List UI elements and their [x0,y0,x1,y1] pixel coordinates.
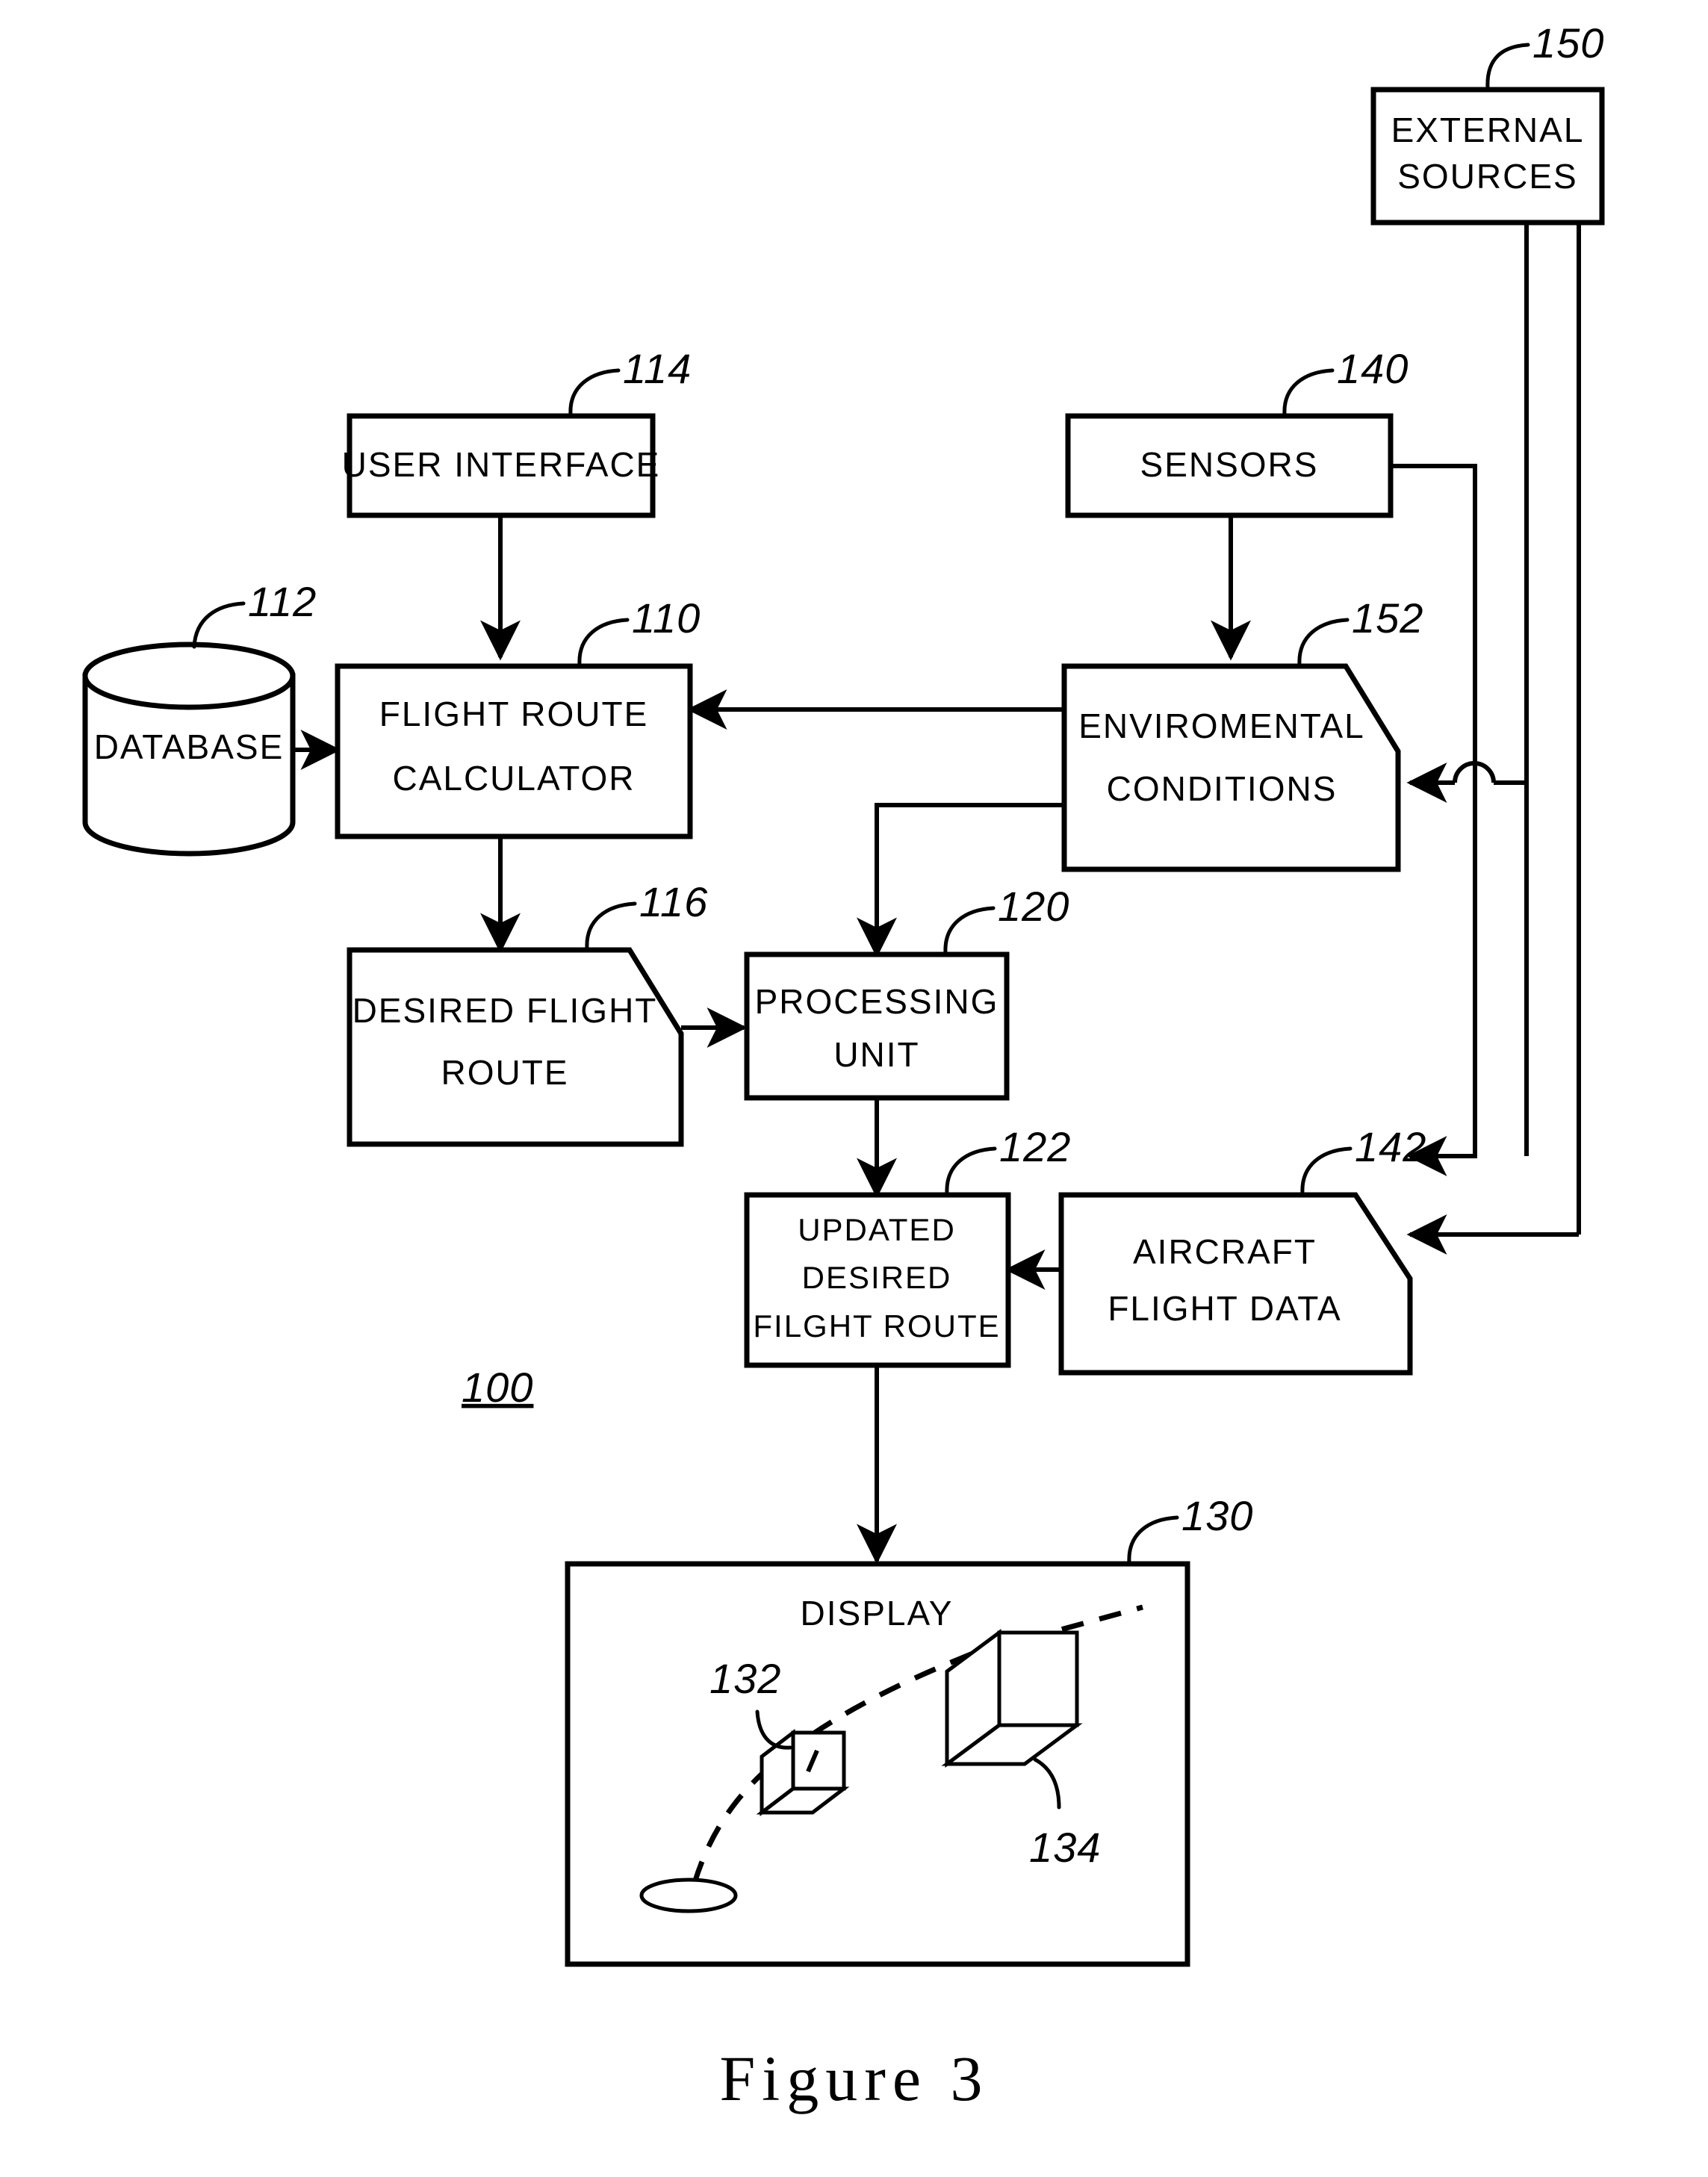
ref-leader-112: 112 [192,578,317,649]
figure-caption: Figure 3 [719,2043,989,2114]
external-sources-label-line1: EXTERNAL [1391,111,1585,149]
calculator-label-line2: CALCULATOR [392,759,635,798]
user-interface-label: USER INTERFACE [342,445,661,484]
patent-figure-page: EXTERNAL SOURCES 150 USER INTERFACE 114 … [0,0,1708,2177]
ref-label-142: 142 [1355,1123,1426,1170]
ref-label-132: 132 [709,1655,781,1702]
ref-leader-116: 116 [585,878,708,951]
ref-label-152: 152 [1352,594,1423,642]
updated-route-label-line3: FILGHT ROUTE [753,1308,1000,1344]
sensors-label: SENSORS [1140,445,1319,484]
ref-leader-150: 150 [1485,19,1604,90]
ref-leader-140: 140 [1282,345,1409,417]
ref-label-120: 120 [998,883,1069,930]
external-sources-label-line2: SOURCES [1397,157,1577,196]
desired-route-label-line1: DESIRED FLIGHT [353,991,658,1030]
connector-external-sources-trunks [1524,131,1581,1235]
calculator-label-line1: FLIGHT ROUTE [379,695,649,733]
ref-label-122: 122 [999,1123,1071,1170]
aircraft-data-label-line1: AIRCRAFT [1133,1232,1317,1271]
updated-route-label-line1: UPDATED [798,1212,956,1247]
ref-label-110: 110 [632,594,701,642]
ref-label-134: 134 [1029,1824,1101,1871]
node-user-interface[interactable]: USER INTERFACE [342,413,661,518]
aircraft-data-label-line2: FLIGHT DATA [1108,1289,1341,1328]
database-label: DATABASE [94,727,285,766]
updated-route-label-line2: DESIRED [802,1260,952,1295]
connector-external-to-environmental [1406,761,1527,803]
display-label: DISPLAY [801,1594,954,1633]
system-block-diagram: EXTERNAL SOURCES 150 USER INTERFACE 114 … [82,19,1605,2114]
node-updated-desired-flight-route[interactable]: UPDATED DESIRED FILGHT ROUTE [744,1192,1011,1368]
node-aircraft-flight-data[interactable]: AIRCRAFT FLIGHT DATA [1058,1192,1413,1376]
environmental-label-line1: ENVIROMENTAL [1078,706,1365,745]
ref-leader-142: 142 [1300,1123,1426,1196]
node-flight-route-calculator[interactable]: FLIGHT ROUTE CALCULATOR [335,663,693,839]
node-environmental-conditions[interactable]: ENVIROMENTAL CONDITIONS [1061,663,1401,872]
system-ref-100: 100 [462,1364,533,1411]
ref-label-140: 140 [1337,345,1409,392]
processing-unit-label-line2: UNIT [833,1035,919,1074]
processing-unit-label-line1: PROCESSING [755,982,999,1021]
node-external-sources[interactable]: EXTERNAL SOURCES [1370,87,1605,226]
connector-environmental-to-processing-unit [857,803,1064,958]
ref-label-116: 116 [639,878,708,925]
ref-label-114: 114 [623,345,692,392]
environmental-label-line2: CONDITIONS [1107,769,1338,808]
node-desired-flight-route[interactable]: DESIRED FLIGHT ROUTE [347,947,684,1147]
ref-leader-130: 130 [1127,1492,1253,1565]
ref-leader-120: 120 [943,883,1069,955]
ref-label-100: 100 [462,1364,533,1411]
desired-route-label-line2: ROUTE [441,1053,569,1092]
ref-leader-110: 110 [577,594,701,667]
connector-sensors-to-aircraft-flight-data [1391,464,1477,1176]
ref-leader-122: 122 [945,1123,1071,1196]
ref-label-112: 112 [248,578,317,625]
node-database[interactable]: DATABASE [82,642,296,857]
ref-label-130: 130 [1181,1492,1253,1539]
ref-leader-152: 152 [1297,594,1423,667]
waypoint-ellipse-icon [639,1878,738,1913]
node-sensors[interactable]: SENSORS [1065,413,1394,518]
ref-label-150: 150 [1532,19,1604,66]
ref-leader-114: 114 [568,345,692,417]
node-processing-unit[interactable]: PROCESSING UNIT [744,951,1010,1101]
